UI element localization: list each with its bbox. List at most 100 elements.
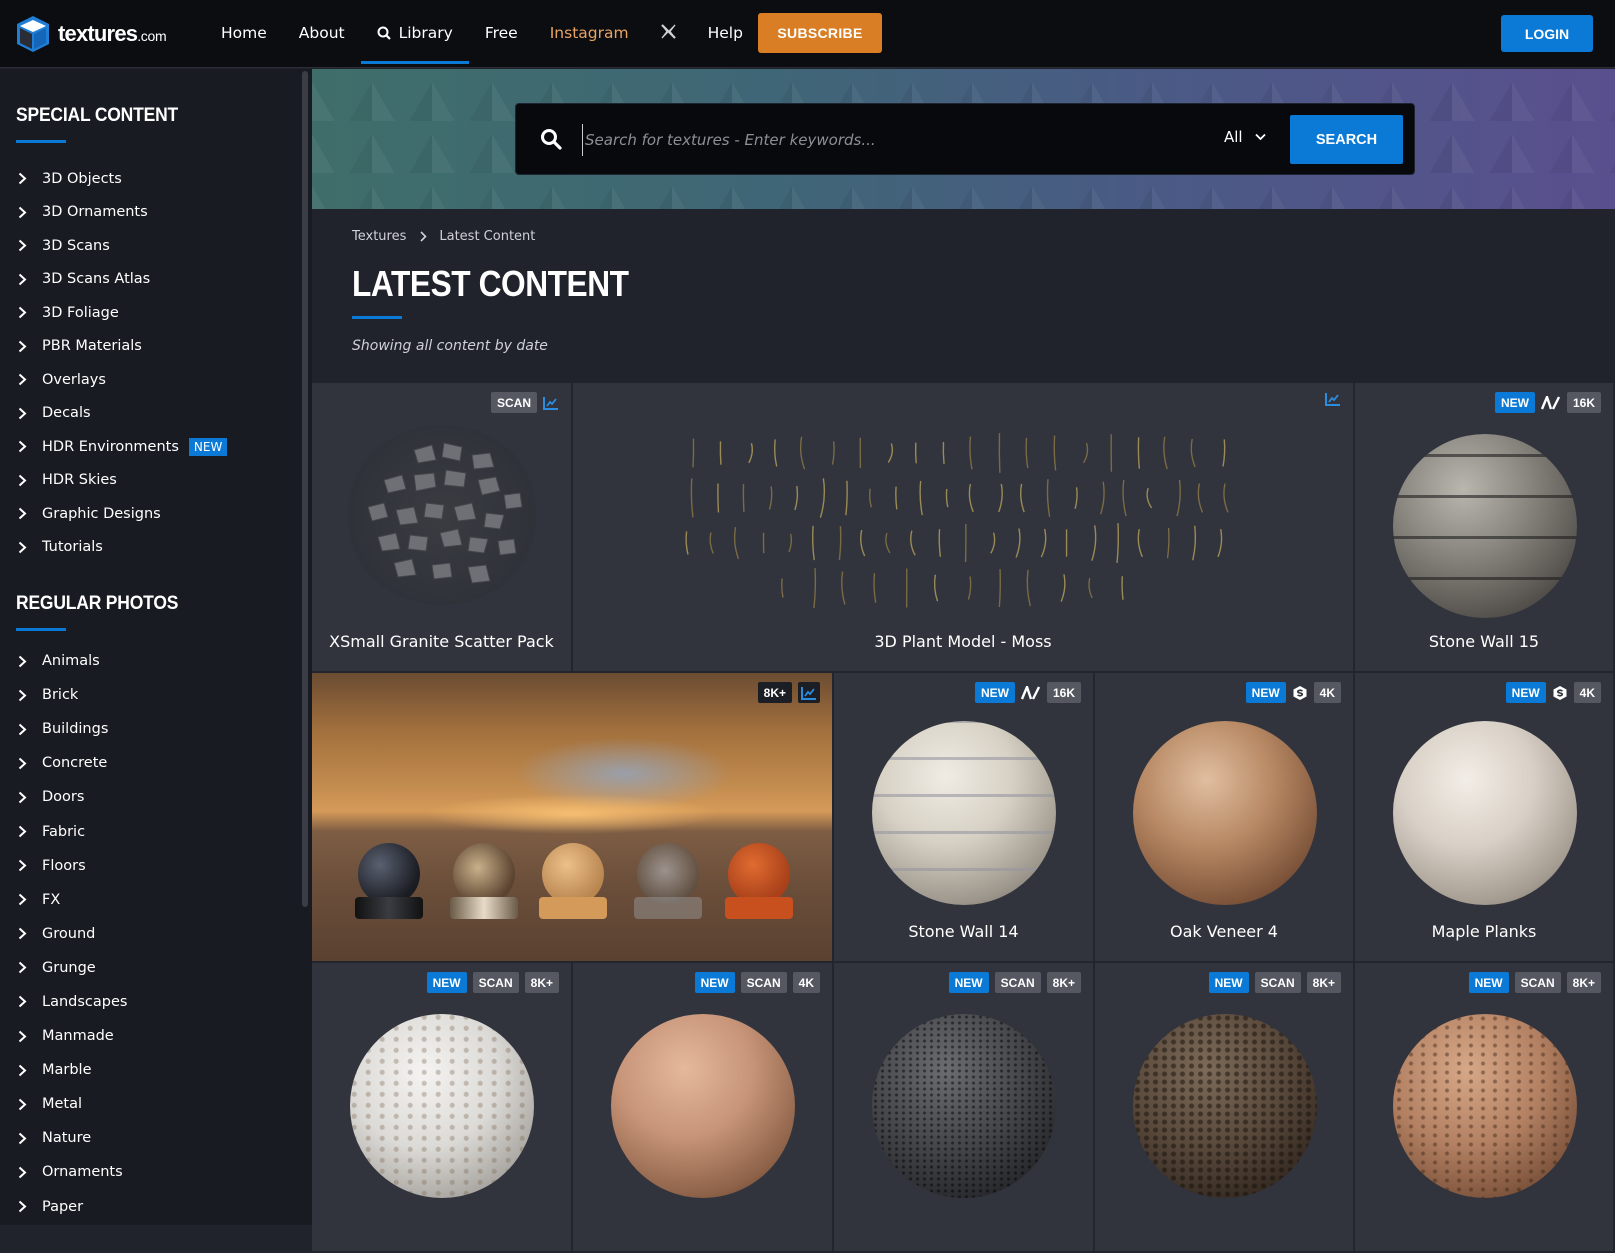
hdr-preview-base: [450, 897, 518, 919]
sidebar-item[interactable]: Brick: [0, 678, 300, 712]
content-card[interactable]: NEW 4K Maple Planks: [1355, 673, 1615, 963]
content-card[interactable]: NEW SCAN 8K+: [1355, 963, 1615, 1253]
sidebar-item[interactable]: Manmade: [0, 1019, 300, 1053]
chevron-right-icon: [18, 689, 32, 702]
sidebar-item[interactable]: Grunge: [0, 951, 300, 985]
sidebar-item[interactable]: Fabric: [0, 814, 300, 848]
moss-strand: [1026, 438, 1028, 468]
moss-strand: [1193, 526, 1196, 561]
cork-sphere: [1393, 1014, 1577, 1198]
sidebar-item[interactable]: Landscapes: [0, 985, 300, 1019]
content-card[interactable]: NEW SCAN 8K+: [1095, 963, 1355, 1253]
chevron-right-icon: [18, 1166, 32, 1179]
sidebar-item[interactable]: 3D Foliage: [0, 296, 300, 330]
badge-group: NEW 4K: [1506, 682, 1601, 703]
content-card[interactable]: SCAN XSmall Granite Scatter Pack: [312, 383, 573, 673]
resolution-badge: 8K+: [1307, 972, 1341, 993]
breadcrumb-textures[interactable]: Textures: [352, 229, 406, 244]
sidebar-item[interactable]: Doors: [0, 780, 300, 814]
scan-badge: SCAN: [1515, 972, 1561, 993]
card-title[interactable]: 3D Plant Model - Moss: [573, 632, 1353, 651]
nav-about[interactable]: About: [283, 0, 361, 66]
sidebar-item[interactable]: Decals: [0, 397, 300, 431]
top-navigation-bar: textures.com Home About Library Free Ins…: [0, 0, 1615, 68]
chevron-right-icon: [18, 995, 32, 1008]
sidebar-item[interactable]: Paper: [0, 1190, 300, 1224]
sidebar-item[interactable]: Marble: [0, 1053, 300, 1087]
moss-strand: [943, 442, 944, 464]
regular-photos-list: AnimalsBrick Buildings Concrete DoorsFabric…: [0, 644, 300, 1224]
sidebar-item-label: Buildings: [42, 721, 108, 737]
subscribe-button[interactable]: SUBSCRIBE: [758, 13, 882, 53]
chevron-right-icon: [18, 1064, 32, 1077]
sidebar-item[interactable]: Animals: [0, 644, 300, 678]
site-logo[interactable]: textures.com: [15, 14, 166, 54]
sidebar-item[interactable]: HDR EnvironmentsNEW: [0, 430, 300, 464]
sidebar-item[interactable]: HDR Skies: [0, 464, 300, 498]
chevron-right-icon: [18, 1098, 32, 1111]
card-title[interactable]: XSmall Granite Scatter Pack: [312, 632, 571, 651]
nav-help[interactable]: Help: [692, 0, 759, 66]
moss-strand: [968, 576, 970, 599]
sidebar-item[interactable]: Graphic Designs: [0, 497, 300, 531]
sidebar-item[interactable]: 3D Scans Atlas: [0, 263, 300, 297]
sidebar-item[interactable]: Buildings: [0, 712, 300, 746]
moss-strand: [1198, 484, 1202, 513]
sidebar-item[interactable]: 3D Ornaments: [0, 196, 300, 230]
moss-strand: [1191, 439, 1195, 467]
sidebar-item[interactable]: Nature: [0, 1121, 300, 1155]
main-nav: Home About Library Free Instagram Help: [205, 0, 759, 66]
moss-strand: [718, 484, 719, 513]
regular-photos-heading: REGULAR PHOTOS: [16, 593, 178, 615]
sidebar-scrollbar[interactable]: [302, 71, 308, 907]
content-card[interactable]: NEW 16K Stone Wall 14: [834, 673, 1095, 963]
sidebar-item[interactable]: PBR Materials: [0, 330, 300, 364]
sidebar-item-label: Concrete: [42, 755, 107, 771]
stats-chart-icon[interactable]: [798, 682, 820, 703]
resolution-badge: 8K+: [525, 972, 559, 993]
nav-library[interactable]: Library: [361, 0, 469, 66]
card-title[interactable]: Stone Wall 14: [834, 922, 1093, 941]
sidebar-item[interactable]: Ornaments: [0, 1155, 300, 1189]
content-card[interactable]: 3D Plant Model - Moss: [573, 383, 1355, 673]
badge-group: NEW 16K: [1495, 392, 1601, 413]
content-card[interactable]: 8K+: [312, 673, 834, 963]
sidebar-item[interactable]: Ground: [0, 917, 300, 951]
resolution-badge: 4K: [1574, 682, 1601, 703]
breadcrumb-latest-content: Latest Content: [439, 229, 535, 244]
card-title[interactable]: Stone Wall 15: [1355, 632, 1613, 651]
sidebar-item[interactable]: 3D Scans: [0, 229, 300, 263]
sidebar-item[interactable]: Tutorials: [0, 531, 300, 565]
sidebar-item[interactable]: Metal: [0, 1087, 300, 1121]
content-card[interactable]: NEW 4K Oak Veneer 4: [1095, 673, 1355, 963]
sidebar-item-label: Decals: [42, 405, 91, 421]
search-input[interactable]: [582, 124, 1152, 156]
sidebar-item[interactable]: FX: [0, 883, 300, 917]
sidebar-item[interactable]: Concrete: [0, 746, 300, 780]
login-button[interactable]: LOGIN: [1501, 15, 1593, 52]
nav-x[interactable]: [645, 0, 692, 66]
content-card[interactable]: NEW SCAN 8K+: [834, 963, 1095, 1253]
sidebar-item[interactable]: Overlays: [0, 363, 300, 397]
nav-instagram[interactable]: Instagram: [534, 0, 645, 66]
nav-free[interactable]: Free: [469, 0, 534, 66]
sidebar-item[interactable]: 3D Objects: [0, 162, 300, 196]
sidebar-item[interactable]: Floors: [0, 849, 300, 883]
search-scope-dropdown[interactable]: All: [1224, 128, 1266, 146]
moss-strand: [691, 478, 693, 517]
cork-sphere: [350, 1014, 534, 1198]
maple-planks-sphere: [1393, 721, 1577, 905]
content-card[interactable]: NEW SCAN 8K+: [312, 963, 573, 1253]
chevron-right-icon: [18, 239, 32, 252]
stats-chart-icon[interactable]: [543, 396, 559, 410]
content-card[interactable]: NEW SCAN 4K: [573, 963, 834, 1253]
scan-badge: SCAN: [1255, 972, 1301, 993]
nav-home[interactable]: Home: [205, 0, 283, 66]
card-title[interactable]: Oak Veneer 4: [1095, 922, 1353, 941]
resolution-badge: 16K: [1567, 392, 1601, 413]
stats-chart-icon[interactable]: [1325, 392, 1341, 406]
hdr-preview-base: [355, 897, 423, 919]
content-card[interactable]: NEW 16K Stone Wall 15: [1355, 383, 1615, 673]
card-title[interactable]: Maple Planks: [1355, 922, 1613, 941]
search-button[interactable]: SEARCH: [1290, 115, 1403, 164]
